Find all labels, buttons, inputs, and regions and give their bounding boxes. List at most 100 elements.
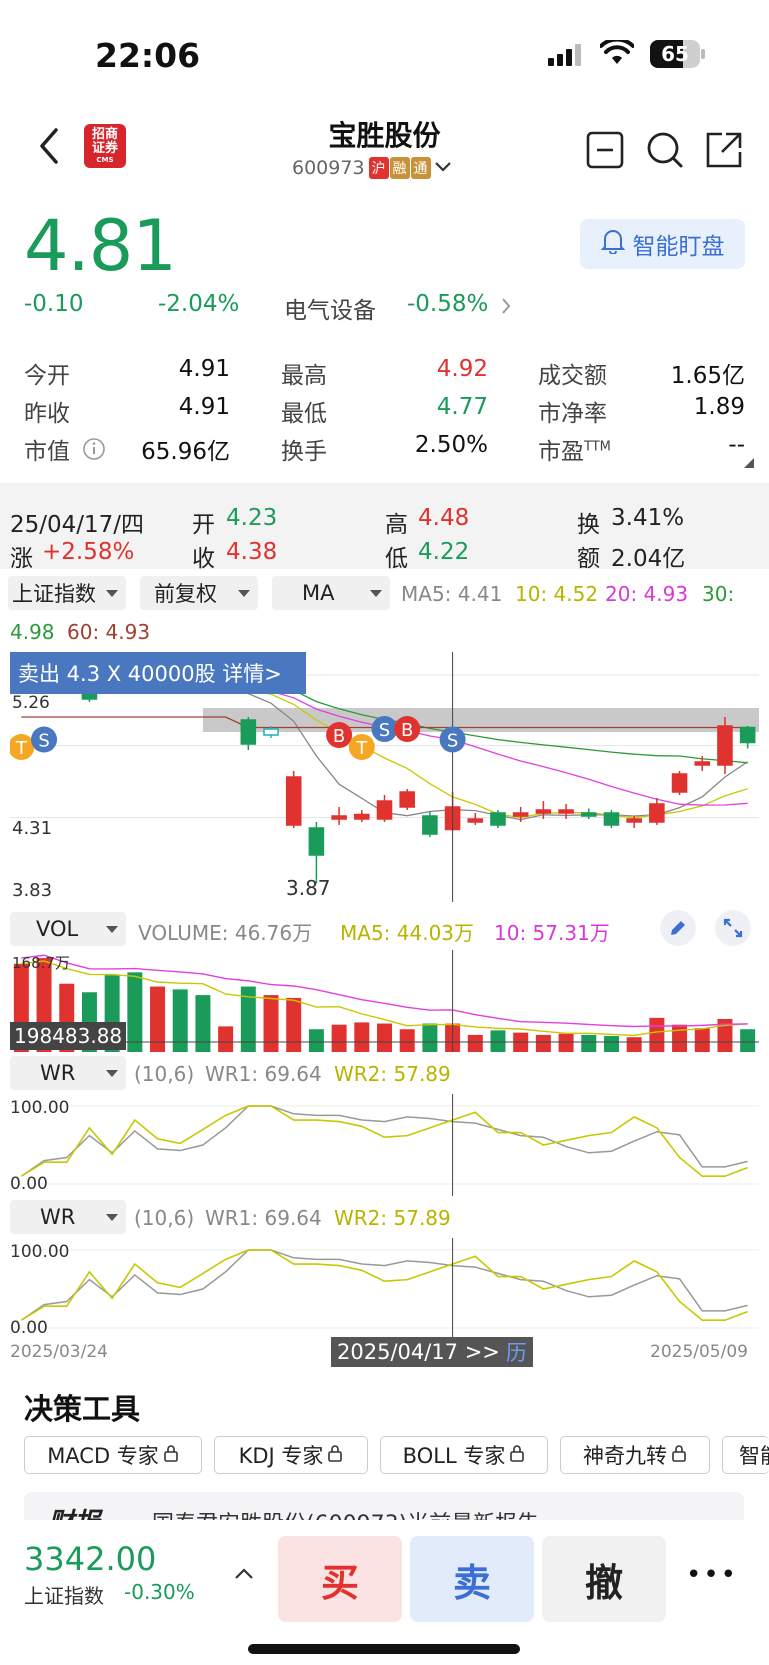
candle-body [376, 800, 393, 820]
stat-label: 昨收 [24, 394, 70, 428]
caret-down-icon [238, 590, 250, 597]
close-label: 收 [192, 546, 215, 572]
wr-indicator-select[interactable]: WR [10, 1056, 126, 1090]
minimize-icon[interactable] [586, 131, 624, 169]
sell-button[interactable]: 卖 [410, 1536, 534, 1622]
smart-watch-label: 智能盯盘 [632, 234, 725, 260]
ma20-legend: 20: 4.93 [605, 582, 689, 606]
share-icon[interactable] [704, 130, 744, 170]
kline-info-bar: 25/04/17/四 开 4.23 高 4.48 换 3.41% 涨 +2.58… [0, 483, 769, 572]
stat-label-text: 最低 [281, 401, 327, 427]
volume-bar [218, 1026, 234, 1052]
decision-tool-chip[interactable]: MACD 专家 [24, 1436, 202, 1474]
chip-label: 智能 [739, 1444, 769, 1468]
decision-tool-chip[interactable]: KDJ 专家 [214, 1436, 368, 1474]
stat-value: 1.65亿 [670, 363, 745, 389]
change-label: 涨 [10, 546, 33, 572]
candle-body [490, 812, 506, 826]
stat-label: 最高 [281, 356, 327, 390]
status-time: 22:06 [95, 36, 201, 75]
volume-indicator-select[interactable]: VOL [10, 912, 126, 946]
wr-axis-bottom: 0.00 [10, 1174, 48, 1194]
wr-chart[interactable] [10, 1094, 759, 1196]
candle-body [512, 812, 529, 817]
lock-icon [163, 1443, 179, 1467]
edit-icon[interactable] [660, 910, 696, 946]
sector-name[interactable]: 电气设备 [284, 291, 376, 325]
chevron-up-icon[interactable] [233, 1566, 255, 1585]
amount-label: 额 [577, 546, 600, 572]
trade-banner[interactable]: 卖出 4.3 X 40000股 详情> [10, 652, 306, 694]
more-menu-icon[interactable]: ••• [686, 1560, 738, 1590]
stat-label: 市盈TTM [538, 432, 611, 466]
stat-value: 4.91 [178, 394, 230, 420]
close-value: 4.38 [226, 539, 278, 565]
candle-body [558, 809, 574, 814]
volume-bar [694, 1028, 710, 1052]
history-link[interactable]: 历 [506, 1337, 527, 1367]
adjust-select-label: 前复权 [154, 582, 217, 606]
ma5-legend: MA5: 4.41 [401, 582, 503, 606]
expand-corner-icon[interactable] [744, 458, 754, 468]
volume-bar [672, 1024, 688, 1052]
wr-axis-top: 100.00 [10, 1098, 70, 1118]
stat-label-text: 市净率 [538, 401, 607, 427]
info-icon[interactable] [82, 437, 106, 465]
signal-marker-label: S [447, 731, 458, 752]
wr-chart[interactable] [10, 1238, 759, 1340]
candle-body [717, 725, 733, 766]
stat-label: 成交额 [538, 356, 607, 390]
stock-code-row[interactable]: 600973 沪融通 [292, 156, 452, 179]
candle-body [603, 812, 620, 826]
volume-bar [127, 972, 143, 1052]
caret-down-icon [370, 590, 382, 597]
stat-label-text: 今开 [24, 363, 70, 389]
crosshair-date: 2025/04/17 >> [337, 1340, 500, 1364]
bottom-index-pct: -0.30% [124, 1580, 195, 1604]
lock-icon [509, 1443, 525, 1467]
wr-indicator-select[interactable]: WR [10, 1200, 126, 1234]
fullscreen-icon[interactable] [715, 910, 751, 946]
trade-banner-text: 卖出 4.3 X 40000股 详情> [18, 662, 282, 686]
chevron-right-icon[interactable] [500, 296, 512, 320]
chevron-down-icon [434, 157, 452, 179]
crosshair-date-label[interactable]: 2025/04/17 >> 历 [331, 1337, 533, 1367]
wr2-line [20, 1249, 748, 1321]
stat-value: 65.96亿 [141, 439, 230, 465]
open-label: 开 [192, 512, 215, 538]
turnover-value: 3.41% [611, 505, 685, 531]
news-card[interactable]: 财报 国泰君安胜股份(600973)当前最新报告 [24, 1492, 744, 1522]
candle-body [308, 827, 325, 856]
decision-tools-title: 决策工具 [24, 1392, 141, 1426]
signal-marker-label: B [333, 726, 345, 747]
search-icon[interactable] [645, 130, 685, 170]
wifi-icon [599, 37, 635, 66]
wr-params: (10,6) [134, 1062, 195, 1086]
caret-down-icon [106, 590, 118, 597]
signal-marker-label: T [355, 738, 368, 759]
index-select-label: 上证指数 [12, 582, 96, 606]
ma30-value: 4.98 [10, 620, 55, 644]
decision-tool-chip[interactable]: BOLL 专家 [380, 1436, 548, 1474]
candle-body [739, 726, 756, 744]
cancel-order-button[interactable]: 撤 [542, 1536, 666, 1622]
indicator-select[interactable]: MA [272, 576, 390, 610]
index-select[interactable]: 上证指数 [8, 576, 126, 610]
smart-watch-button[interactable]: 智能盯盘 [580, 219, 745, 269]
bottom-index-value[interactable]: 3342.00 [24, 1540, 156, 1578]
stat-label-text: 换手 [281, 439, 327, 465]
current-price: 4.81 [24, 205, 177, 287]
decision-tool-chip[interactable]: 神奇九转 [560, 1436, 710, 1474]
buy-button[interactable]: 买 [278, 1536, 402, 1622]
stat-label: 换手 [281, 432, 327, 466]
resistance-zone [202, 708, 759, 732]
stat-label-text: 市盈 [538, 439, 584, 465]
candle-body [626, 818, 642, 823]
volume-bar [535, 1034, 551, 1052]
stat-value: 2.50% [414, 432, 488, 458]
candle-body [263, 728, 279, 736]
stat-label: 最低 [281, 394, 327, 428]
adjust-select[interactable]: 前复权 [140, 576, 258, 610]
volume-bar [399, 1029, 415, 1052]
decision-tool-chip[interactable]: 智能 [722, 1436, 769, 1474]
